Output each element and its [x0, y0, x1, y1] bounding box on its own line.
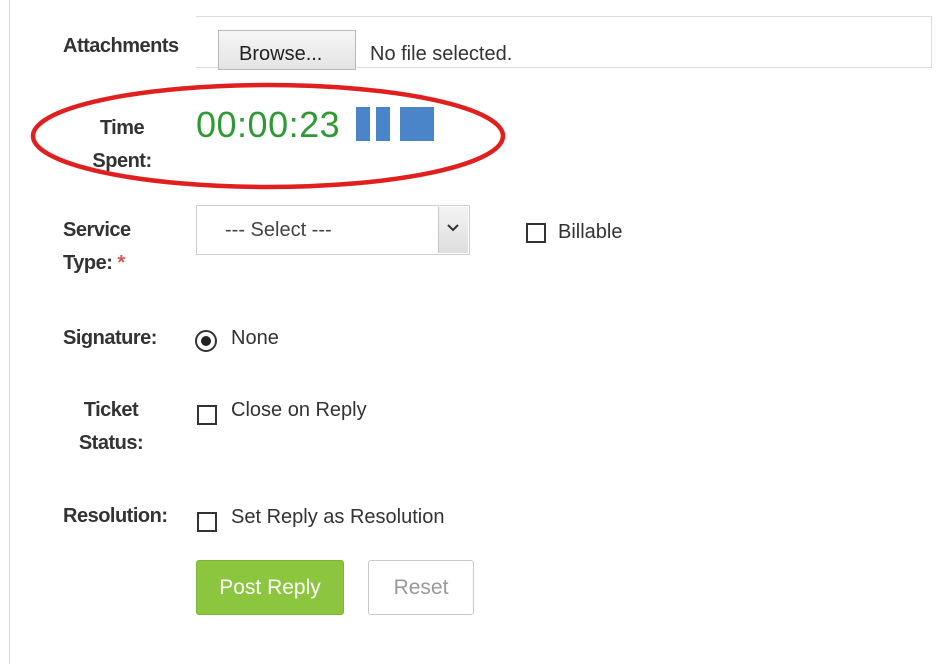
service-type-label-line2: Type: [63, 252, 113, 274]
left-border [9, 0, 10, 664]
billable-label: Billable [558, 221, 623, 243]
chevron-down-icon[interactable] [438, 207, 468, 253]
service-type-selected: --- Select --- [225, 219, 332, 241]
required-mark: * [117, 252, 125, 274]
service-type-label-line1: Service [63, 219, 131, 241]
reset-button[interactable]: Reset [368, 560, 474, 615]
ticket-status-label-line1: Ticket [83, 399, 139, 421]
post-reply-button[interactable]: Post Reply [196, 560, 344, 615]
time-spent-label: Time Spent: [86, 112, 158, 178]
close-on-reply-checkbox[interactable] [197, 405, 217, 425]
pause-icon[interactable] [356, 107, 392, 141]
time-spent-label-line1: Time [99, 117, 145, 139]
stop-icon[interactable] [400, 107, 434, 141]
billable-checkbox[interactable] [526, 223, 546, 243]
ticket-status-label: Ticket Status: [63, 394, 159, 460]
signature-none-label: None [231, 327, 279, 349]
attachments-label: Attachments [63, 35, 179, 57]
resolution-label: Resolution: [63, 505, 168, 527]
set-resolution-label: Set Reply as Resolution [231, 506, 445, 528]
set-resolution-checkbox[interactable] [197, 512, 217, 532]
service-type-label: Service Type: * [63, 214, 131, 280]
signature-label: Signature: [63, 327, 157, 349]
service-type-select[interactable]: --- Select --- [196, 205, 470, 255]
file-status-text: No file selected. [370, 43, 513, 65]
close-on-reply-label: Close on Reply [231, 399, 367, 421]
time-spent-label-line2: Spent: [92, 150, 152, 172]
browse-button[interactable]: Browse... [218, 30, 356, 70]
ticket-status-label-line2: Status: [78, 432, 144, 454]
reply-form: Attachments Browse... No file selected. … [0, 0, 944, 664]
timer-display: 00:00:23 [196, 104, 341, 145]
signature-none-radio[interactable] [195, 330, 217, 352]
